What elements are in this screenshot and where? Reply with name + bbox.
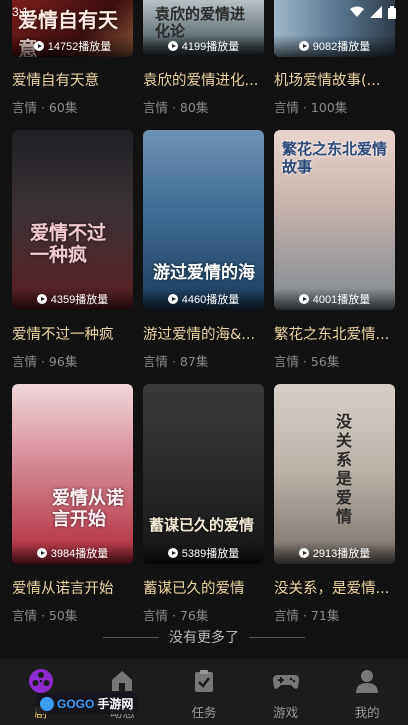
drama-grid: 爱情自有天意 14752播放量 爱情自有天意 言情 · 60集 袁欣的爱情进化论… xyxy=(0,0,408,623)
drama-card[interactable]: 蓄谋已久的爱情 5389播放量 蓄谋已久的爱情 言情 · 76集 xyxy=(143,384,264,623)
play-count: 4199播放量 xyxy=(143,35,264,57)
play-icon xyxy=(298,548,309,558)
play-count: 4359播放量 xyxy=(12,288,133,310)
drama-poster[interactable]: 蓄谋已久的爱情 5389播放量 xyxy=(143,384,264,564)
watermark-text: 手游网 xyxy=(97,697,134,711)
play-count: 3984播放量 xyxy=(12,542,133,564)
play-count: 14752播放量 xyxy=(12,35,133,57)
wifi-icon xyxy=(350,6,364,17)
tab-label: 任务 xyxy=(191,705,217,720)
poster-title: 繁花之东北爱情故事 xyxy=(282,140,388,176)
drama-title[interactable]: 繁花之东北爱情... xyxy=(274,326,395,344)
play-count: 9082播放量 xyxy=(274,35,395,57)
drama-poster[interactable]: 繁花之东北爱情故事 4001播放量 xyxy=(274,130,395,310)
play-count: 2913播放量 xyxy=(274,542,395,564)
poster-title: 爱情不过一种疯 xyxy=(30,222,107,266)
drama-meta: 言情 · 100集 xyxy=(274,100,348,115)
drama-meta: 言情 · 96集 xyxy=(12,354,78,369)
poster-title: 蓄谋已久的爱情 xyxy=(149,516,255,534)
play-icon xyxy=(298,294,309,304)
poster-title: 没关系是爱情 xyxy=(336,412,353,526)
drama-poster[interactable]: 爱情从诺言开始 3984播放量 xyxy=(12,384,133,564)
poster-title: 游过爱情的海 xyxy=(153,263,255,283)
drama-meta: 言情 · 76集 xyxy=(143,608,209,623)
drama-poster[interactable]: 游过爱情的海 4460播放量 xyxy=(143,130,264,310)
tab-tasks[interactable]: 任务 xyxy=(163,659,244,721)
status-bar: 3:1 xyxy=(0,0,408,24)
end-of-list: 没有更多了 xyxy=(0,627,408,647)
play-icon xyxy=(167,294,178,304)
battery-icon xyxy=(388,5,396,19)
play-icon xyxy=(36,548,47,558)
drama-title[interactable]: 蓄谋已久的爱情 xyxy=(143,580,264,598)
drama-title[interactable]: 没关系，是爱情... xyxy=(274,580,395,598)
play-count: 4001播放量 xyxy=(274,288,395,310)
signal-icon xyxy=(370,6,382,18)
play-icon xyxy=(167,41,178,51)
tab-games[interactable]: 游戏 xyxy=(245,659,326,721)
person-icon xyxy=(353,667,381,695)
play-count: 5389播放量 xyxy=(143,542,264,564)
watermark-text: GOGO xyxy=(57,696,95,711)
status-time: 3:1 xyxy=(12,5,29,19)
watermark-icon xyxy=(40,696,54,711)
drama-title[interactable]: 机场爱情故事(... xyxy=(274,72,395,90)
tab-profile[interactable]: 我的 xyxy=(327,659,408,721)
drama-meta: 言情 · 56集 xyxy=(274,354,340,369)
play-count: 4460播放量 xyxy=(143,288,264,310)
home-icon xyxy=(108,667,136,695)
no-more-label: 没有更多了 xyxy=(169,630,239,646)
drama-meta: 言情 · 60集 xyxy=(12,100,78,115)
drama-title[interactable]: 游过爱情的海&... xyxy=(143,326,264,344)
watermark-logo: GOGO 手游网 xyxy=(36,693,138,714)
divider xyxy=(249,636,305,638)
drama-card[interactable]: 繁花之东北爱情故事 4001播放量 繁花之东北爱情... 言情 · 56集 xyxy=(274,130,395,369)
tab-label: 我的 xyxy=(354,705,380,720)
play-icon xyxy=(167,548,178,558)
drama-meta: 言情 · 50集 xyxy=(12,608,78,623)
drama-title[interactable]: 袁欣的爱情进化... xyxy=(143,72,264,90)
poster-title: 爱情从诺言开始 xyxy=(52,488,124,530)
drama-title[interactable]: 爱情不过一种疯 xyxy=(12,326,133,344)
drama-card[interactable]: 游过爱情的海 4460播放量 游过爱情的海&... 言情 · 87集 xyxy=(143,130,264,369)
drama-meta: 言情 · 71集 xyxy=(274,608,340,623)
divider xyxy=(103,636,159,638)
play-icon xyxy=(298,41,309,51)
drama-card[interactable]: 爱情不过一种疯 4359播放量 爱情不过一种疯 言情 · 96集 xyxy=(12,130,133,369)
status-icons xyxy=(350,5,396,19)
drama-poster[interactable]: 没关系是爱情 2913播放量 xyxy=(274,384,395,564)
drama-card[interactable]: 没关系是爱情 2913播放量 没关系，是爱情... 言情 · 71集 xyxy=(274,384,395,623)
play-icon xyxy=(33,41,44,51)
drama-title[interactable]: 爱情自有天意 xyxy=(12,72,133,90)
gamepad-icon xyxy=(272,667,300,695)
tab-label: 游戏 xyxy=(273,705,299,720)
drama-meta: 言情 · 80集 xyxy=(143,100,209,115)
clipboard-check-icon xyxy=(190,667,218,695)
play-icon xyxy=(36,294,47,304)
drama-poster[interactable]: 爱情不过一种疯 4359播放量 xyxy=(12,130,133,310)
drama-card[interactable]: 爱情从诺言开始 3984播放量 爱情从诺言开始 言情 · 50集 xyxy=(12,384,133,623)
drama-title[interactable]: 爱情从诺言开始 xyxy=(12,580,133,598)
bottom-tab-bar: 剧 动态 任务 游戏 我的 xyxy=(0,659,408,725)
drama-meta: 言情 · 87集 xyxy=(143,354,209,369)
film-reel-icon xyxy=(27,667,55,695)
